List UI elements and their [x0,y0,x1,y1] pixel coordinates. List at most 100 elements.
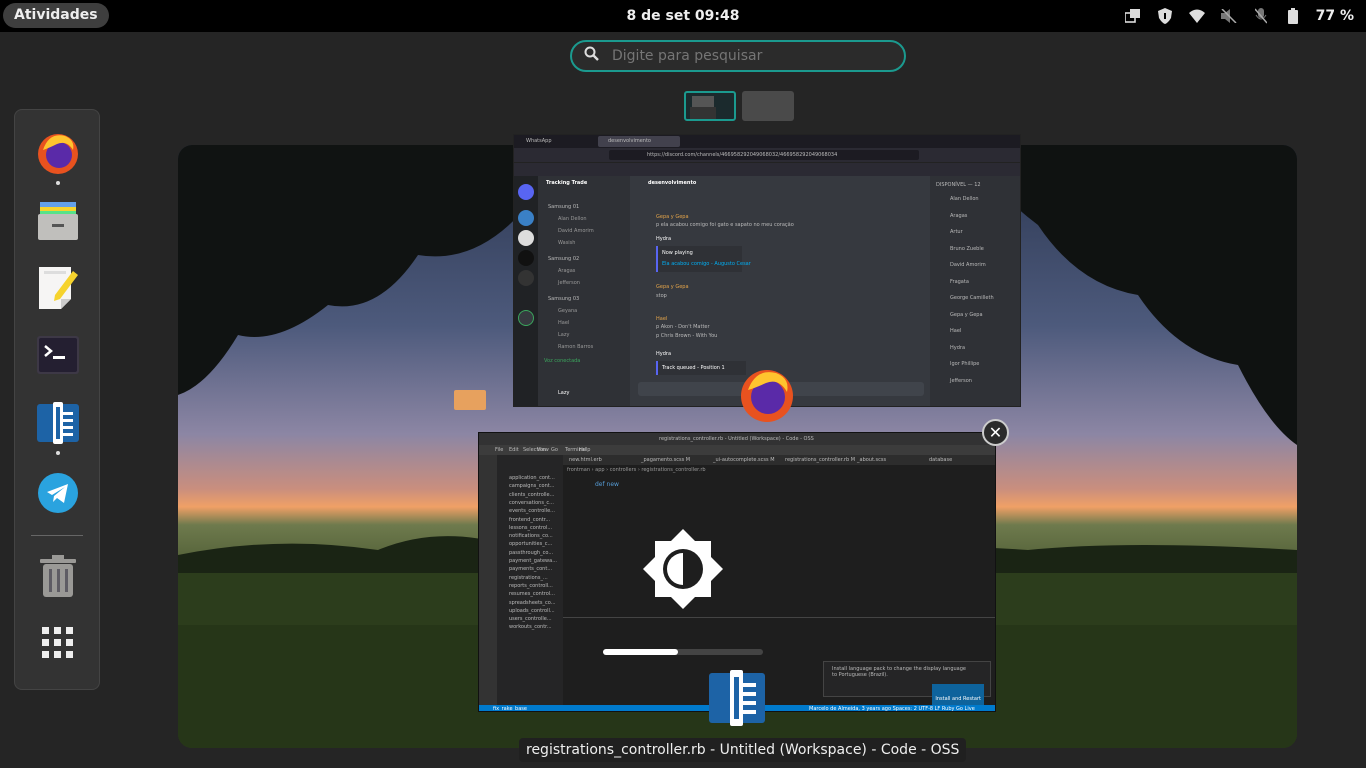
editor-tab[interactable]: new.html.erb [569,457,602,463]
files-icon [37,200,79,244]
running-indicator [56,451,60,455]
voice-user: Wasish [558,240,576,246]
file-item[interactable]: registrations_... [509,575,548,581]
editor-tabs: new.html.erb _pagamento.scss M _ui-autocom… [563,455,995,465]
discord-member-list: DISPONÍVEL — 12 Alan Dellon Aragas Artur Bru… [930,176,1020,406]
menu-item[interactable]: Edit [509,447,519,453]
file-item[interactable]: workouts_contr... [509,624,552,630]
file-item[interactable]: resumes_control... [509,591,555,597]
dash-item-code-oss[interactable] [33,400,83,450]
dash [14,109,100,690]
code-icon [37,402,79,448]
tab-label: desenvolvimento [608,138,651,144]
show-apps-button[interactable] [33,620,83,670]
message-text: p Akon - Don't Matter [656,324,710,330]
button-label: Install and Restart [935,696,981,702]
wifi-icon[interactable] [1188,7,1206,25]
file-item[interactable]: users_controlle... [509,616,552,622]
browser-toolbar: https://discord.com/channels/46695829204… [514,148,1020,162]
install-restart-button[interactable]: Install and Restart [932,684,984,705]
workspace-thumbnail-1[interactable] [684,91,736,121]
editor-tab[interactable]: _pagamento.scss M [641,457,690,463]
member-item[interactable]: Bruno Zueble [950,246,984,252]
member-item[interactable]: David Amorim [950,262,986,268]
dash-item-trash[interactable] [33,553,83,603]
file-item[interactable]: application_cont... [509,475,555,481]
firefox-icon [454,390,486,410]
browser-tab-active[interactable]: desenvolvimento [598,136,680,147]
member-item[interactable]: George Camilleth [950,295,994,301]
embed-title: Track queued - Position 1 [662,365,725,371]
status-branch[interactable]: fix_rake_base [493,706,527,711]
battery-percent[interactable]: 77 % [1316,8,1354,24]
activities-button[interactable]: Atividades [3,3,109,28]
file-item[interactable]: events_controlle... [509,508,555,514]
file-item[interactable]: lessons_control... [509,525,552,531]
editor-tab[interactable]: _about.scss [857,457,886,463]
file-item[interactable]: reports_controll... [509,583,553,589]
window-switch-icon[interactable] [1124,7,1142,25]
member-item[interactable]: Artur [950,229,963,235]
member-item[interactable]: Igor Phillipe [950,361,979,367]
dash-item-files[interactable] [33,197,83,247]
member-item[interactable]: Aragas [950,213,967,219]
member-item[interactable]: Hael [950,328,961,334]
bookmarks-bar [514,162,1020,176]
workspace-thumbnail-2[interactable] [742,91,794,121]
member-item[interactable]: Alan Dellon [950,196,979,202]
search-input[interactable] [612,48,882,64]
search-box[interactable] [570,40,906,72]
voice-status: Voz conectada [544,358,581,364]
shield-icon[interactable] [1156,7,1174,25]
message-author: Gepa y Gepa [656,214,689,220]
file-item[interactable]: spreadsheets_co... [509,600,556,606]
dash-item-terminal[interactable] [33,332,83,382]
text-editor-icon [37,265,79,313]
file-item[interactable]: clients_controlle... [509,492,554,498]
dash-item-telegram[interactable] [33,470,83,520]
system-tray[interactable]: 77 % [1124,0,1354,32]
member-item[interactable]: Jefferson [950,378,972,384]
file-item[interactable]: notifications_co... [509,533,553,539]
file-item[interactable]: passthrough_co... [509,550,553,556]
file-item[interactable]: frontend_contr... [509,517,550,523]
dash-item-text-editor[interactable] [33,264,83,314]
voice-channel[interactable]: Samsung 02 [548,256,579,262]
running-indicator [56,181,60,185]
editor-tab[interactable]: _ui-autocomplete.scss M [713,457,775,463]
mic-muted-icon[interactable] [1252,7,1270,25]
file-item[interactable]: uploads_controll... [509,608,555,614]
file-item[interactable]: conversations_c... [509,500,554,506]
voice-user: Geyana [558,308,578,314]
dash-item-firefox[interactable] [33,130,83,180]
voice-channel[interactable]: Samsung 01 [548,204,579,210]
url-bar[interactable]: https://discord.com/channels/46695829204… [609,150,919,160]
trash-icon [40,555,76,601]
menu-item[interactable]: File [495,447,503,453]
menu-item[interactable]: Go [551,447,558,453]
message-text: p Chris Brown - With You [656,333,718,339]
firefox-icon [35,130,81,180]
menu-item[interactable]: Help [579,447,590,453]
battery-icon[interactable] [1284,7,1302,25]
file-item[interactable]: opportunities_c... [509,541,552,547]
member-item[interactable]: Hydra [950,345,965,351]
editor-tab[interactable]: database [929,457,952,463]
member-item[interactable]: Fragata [950,279,969,285]
menu-item[interactable]: View [537,447,549,453]
server-name[interactable]: Tracking Trade [546,180,587,186]
file-item[interactable]: payments_cont... [509,566,552,572]
member-item[interactable]: Gepa y Gepa [950,312,983,318]
voice-channel[interactable]: Samsung 03 [548,296,579,302]
browser-tab[interactable]: WhatsApp [516,136,596,147]
embed-text: Ela acabou comigo - Augusto Cesar [662,261,751,267]
message-author: Hydra [656,351,672,357]
close-window-button[interactable]: ✕ [982,419,1009,446]
file-item[interactable]: payment_gatewa... [509,558,557,564]
terminal-icon [37,336,79,378]
editor-tab[interactable]: registrations_controller.rb M [785,457,855,463]
titlebar: registrations_controller.rb - Untitled (… [479,433,995,445]
file-item[interactable]: campaigns_cont... [509,483,554,489]
speaker-muted-icon[interactable] [1220,7,1238,25]
window-title: registrations_controller.rb - Untitled (… [659,436,814,442]
